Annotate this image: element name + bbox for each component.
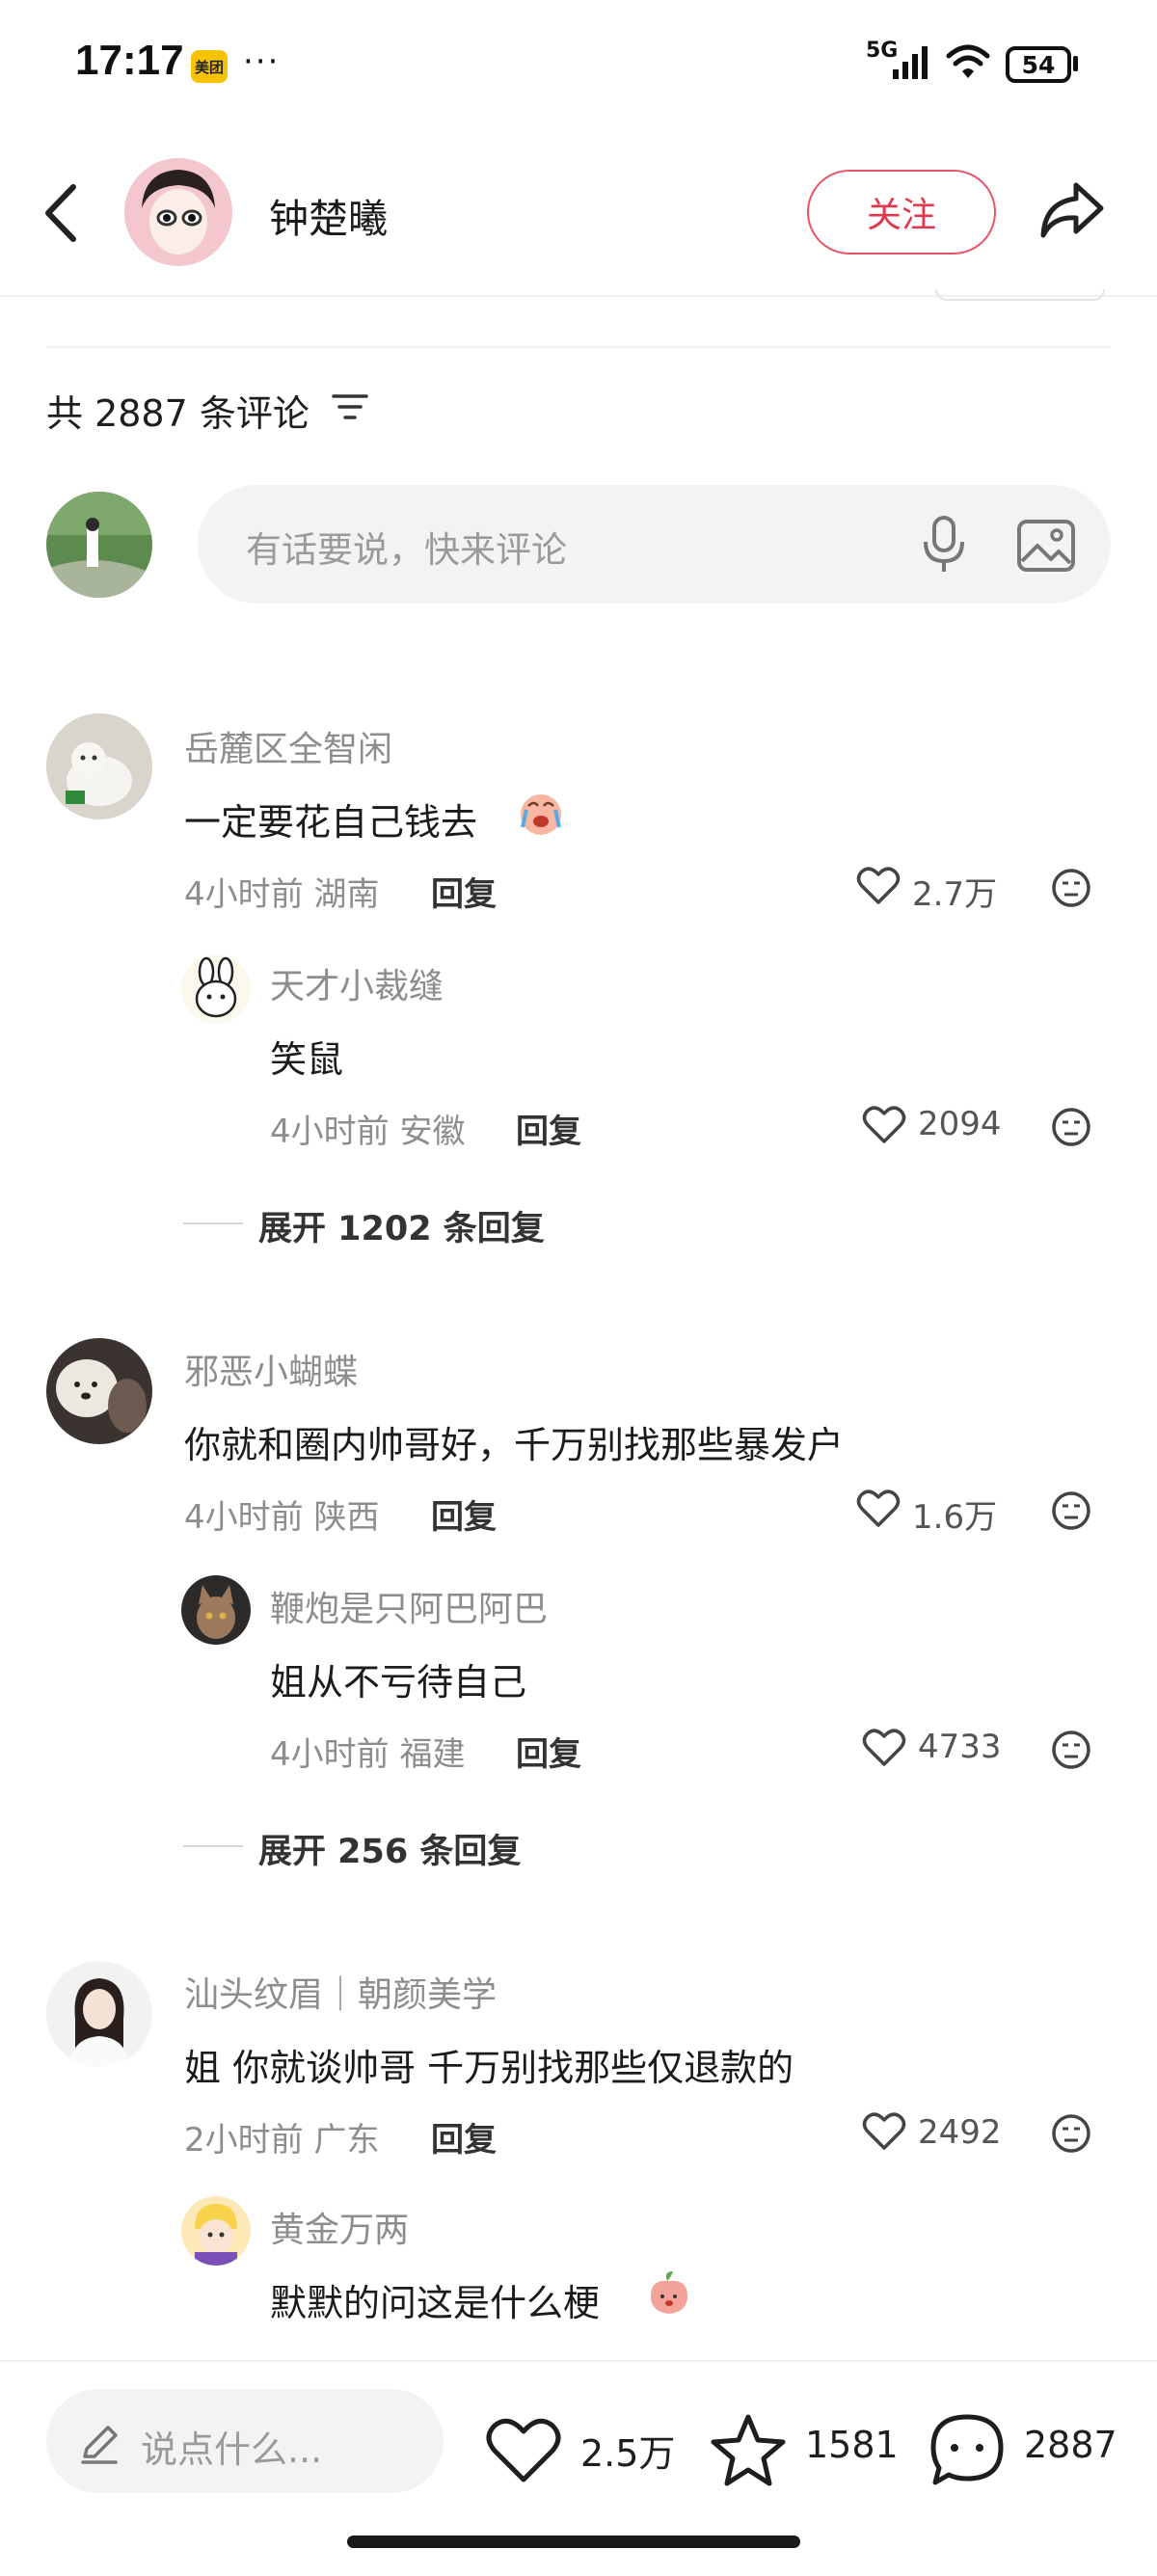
- reply-button[interactable]: 回复: [516, 1105, 581, 1152]
- favorite-star-icon[interactable]: [710, 2412, 787, 2487]
- follow-button[interactable]: 关注: [807, 170, 996, 255]
- my-avatar[interactable]: [46, 492, 152, 598]
- sort-icon[interactable]: [331, 389, 369, 424]
- section-divider: [46, 346, 1111, 348]
- reply-username[interactable]: 黄金万两: [270, 2202, 409, 2252]
- comment-total: 2887: [1024, 2424, 1117, 2466]
- reply-username[interactable]: 天才小裁缝: [270, 958, 444, 1008]
- like-count: 2094: [918, 1105, 1002, 1143]
- expand-replies-button[interactable]: 展开 256 条回复: [258, 1824, 521, 1873]
- reply-button[interactable]: 回复: [431, 1490, 497, 1538]
- comment-text: 一定要花自己钱去: [184, 801, 478, 844]
- reply-text: 姐从不亏待自己: [270, 1661, 527, 1704]
- commenter-avatar[interactable]: [46, 1338, 152, 1444]
- reply-avatar[interactable]: [181, 2196, 251, 2266]
- heart-icon[interactable]: [862, 2111, 906, 2152]
- expand-line: [183, 1845, 243, 1847]
- signal-icon: [893, 46, 928, 79]
- microphone-icon[interactable]: [920, 515, 968, 575]
- commenter-avatar[interactable]: [46, 1961, 152, 2067]
- comment-bubble-icon[interactable]: [928, 2412, 1007, 2487]
- comment-username[interactable]: 岳麓区全智闲: [184, 721, 392, 771]
- reply-avatar[interactable]: [181, 1575, 251, 1645]
- comment-count: 共 2887 条评论: [46, 392, 309, 435]
- status-time: 17:17: [75, 37, 184, 84]
- comment-text: 姐 你就谈帅哥 千万别找那些仅退款的: [184, 2047, 794, 2089]
- comment-text: 你就和圈内帅哥好，千万别找那些暴发户: [184, 1424, 845, 1466]
- reply-time-location: 4小时前 安徽: [270, 1113, 466, 1151]
- comment-time-location: 4小时前 陕西: [184, 1498, 380, 1537]
- like-post-icon[interactable]: [485, 2416, 562, 2485]
- heart-icon[interactable]: [862, 1728, 906, 1768]
- commenter-avatar[interactable]: [46, 713, 152, 819]
- dislike-face-icon[interactable]: [1051, 2113, 1091, 2154]
- dislike-face-icon[interactable]: [1051, 1730, 1091, 1770]
- battery-tip: [1073, 56, 1078, 71]
- favorite-count: 1581: [805, 2424, 899, 2466]
- home-indicator: [347, 2536, 800, 2548]
- reply-button[interactable]: 回复: [516, 1728, 581, 1775]
- wifi-icon: [946, 44, 990, 78]
- comment-time-location: 2小时前 广东: [184, 2121, 380, 2160]
- dislike-face-icon[interactable]: [1051, 1107, 1091, 1147]
- pencil-icon: [81, 2426, 118, 2464]
- comment-username[interactable]: 汕头纹眉｜朝颜美学: [184, 1967, 497, 2017]
- like-count: 2492: [918, 2113, 1002, 2152]
- say-something-placeholder[interactable]: 说点什么...: [141, 2420, 322, 2473]
- status-more: ···: [243, 42, 281, 81]
- like-count: 2.7万: [912, 875, 998, 914]
- peach-emoji-icon: [650, 2271, 688, 2314]
- reply-avatar[interactable]: [181, 954, 251, 1024]
- reply-text: 笑鼠: [270, 1038, 344, 1081]
- heart-icon[interactable]: [856, 1489, 901, 1529]
- hidden-button-edge: [935, 289, 1105, 301]
- reply-username[interactable]: 鞭炮是只阿巴阿巴: [270, 1581, 548, 1631]
- share-icon[interactable]: [1037, 179, 1107, 241]
- image-icon[interactable]: [1016, 519, 1076, 573]
- reply-button[interactable]: 回复: [431, 2113, 497, 2160]
- dislike-face-icon[interactable]: [1051, 1490, 1091, 1531]
- reply-time-location: 4小时前 福建: [270, 1735, 466, 1774]
- meituan-badge-icon: 美团: [191, 50, 228, 83]
- reply-button[interactable]: 回复: [431, 868, 497, 915]
- comment-username[interactable]: 邪恶小蝴蝶: [184, 1344, 358, 1394]
- heart-icon[interactable]: [856, 866, 901, 906]
- back-icon[interactable]: [39, 179, 83, 247]
- reply-text: 默默的问这是什么梗: [270, 2282, 601, 2324]
- post-like-count: 2.5万: [580, 2432, 676, 2475]
- author-name[interactable]: 钟楚曦: [269, 186, 388, 244]
- expand-replies-button[interactable]: 展开 1202 条回复: [258, 1201, 545, 1250]
- author-avatar[interactable]: [124, 158, 232, 266]
- like-count: 4733: [918, 1728, 1002, 1766]
- comment-input-placeholder[interactable]: 有话要说，快来评论: [246, 521, 567, 573]
- like-count: 1.6万: [912, 1498, 998, 1537]
- battery-icon: 54: [1006, 46, 1071, 83]
- dislike-face-icon[interactable]: [1051, 868, 1091, 908]
- expand-line: [183, 1222, 243, 1224]
- comment-time-location: 4小时前 湖南: [184, 875, 380, 914]
- crying-emoji-icon: [521, 794, 561, 835]
- heart-icon[interactable]: [862, 1105, 906, 1145]
